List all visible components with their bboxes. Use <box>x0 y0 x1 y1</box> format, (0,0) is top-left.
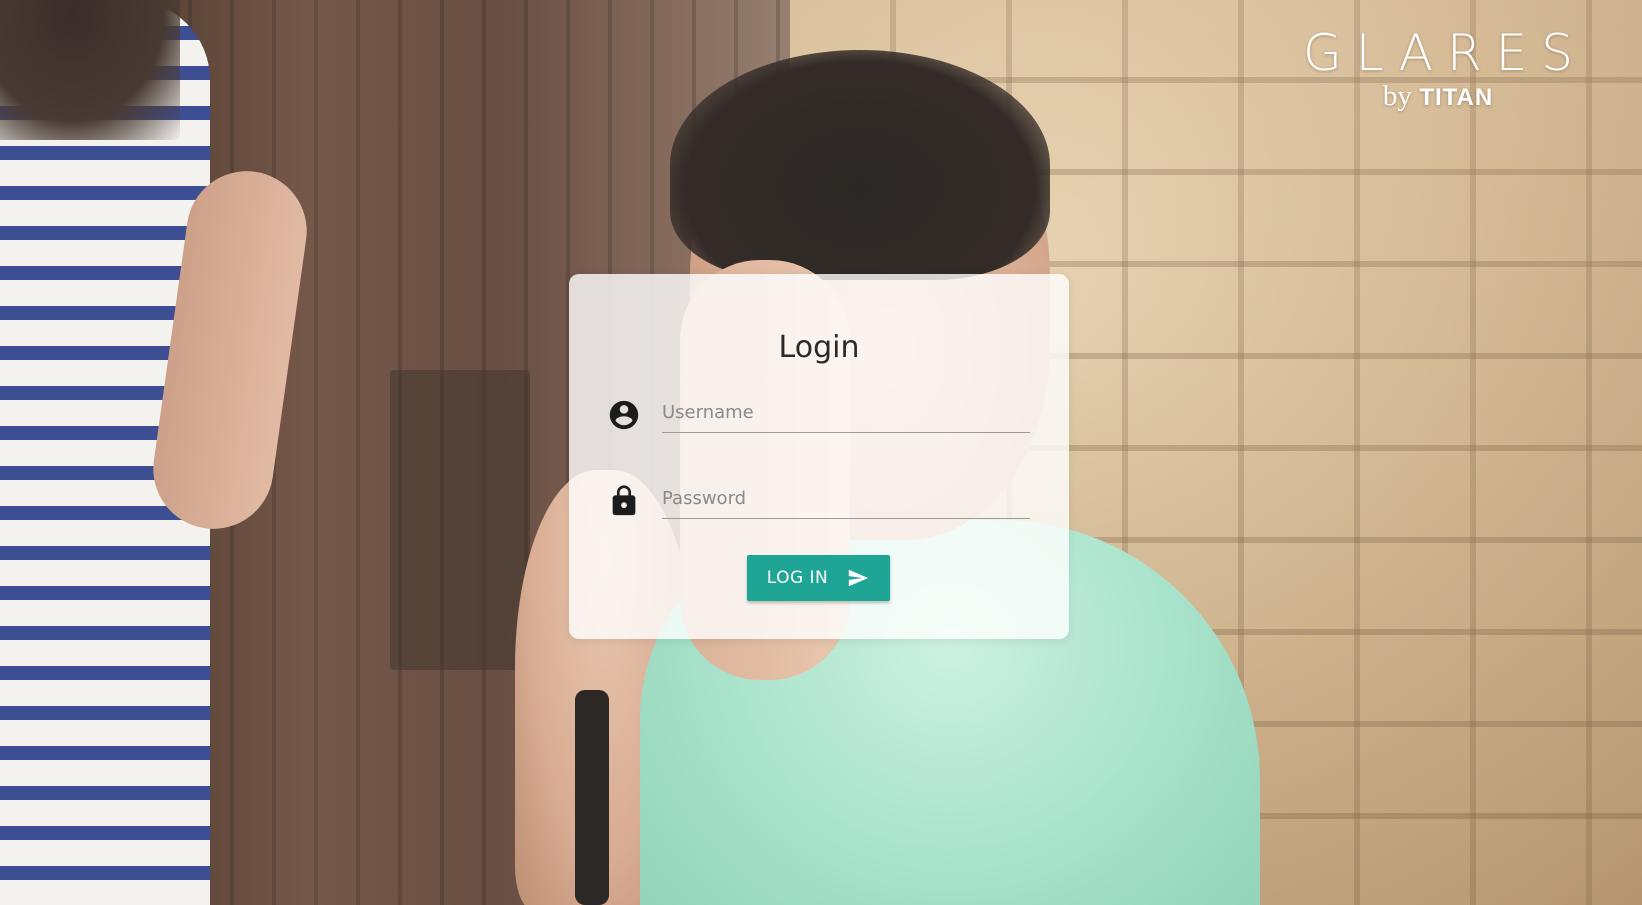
login-title: Login <box>778 330 860 365</box>
logo-subtitle: by TITAN <box>1283 80 1593 114</box>
password-field <box>607 474 1032 526</box>
logo-by: by <box>1382 80 1412 112</box>
login-page: GLARES by TITAN Login LOG IN <box>0 0 1642 905</box>
lock-icon <box>607 484 641 518</box>
username-input[interactable] <box>662 392 1030 433</box>
logo-wordmark: GLARES <box>1302 24 1588 82</box>
account-circle-icon <box>607 398 641 432</box>
send-icon <box>846 567 870 589</box>
password-input[interactable] <box>662 478 1030 519</box>
username-field <box>607 388 1032 440</box>
login-button[interactable]: LOG IN <box>747 555 890 601</box>
brand-logo: GLARES by TITAN <box>1283 24 1593 114</box>
login-card: Login LOG IN <box>569 274 1069 639</box>
login-button-label: LOG IN <box>766 568 829 588</box>
logo-brand: TITAN <box>1419 84 1494 111</box>
